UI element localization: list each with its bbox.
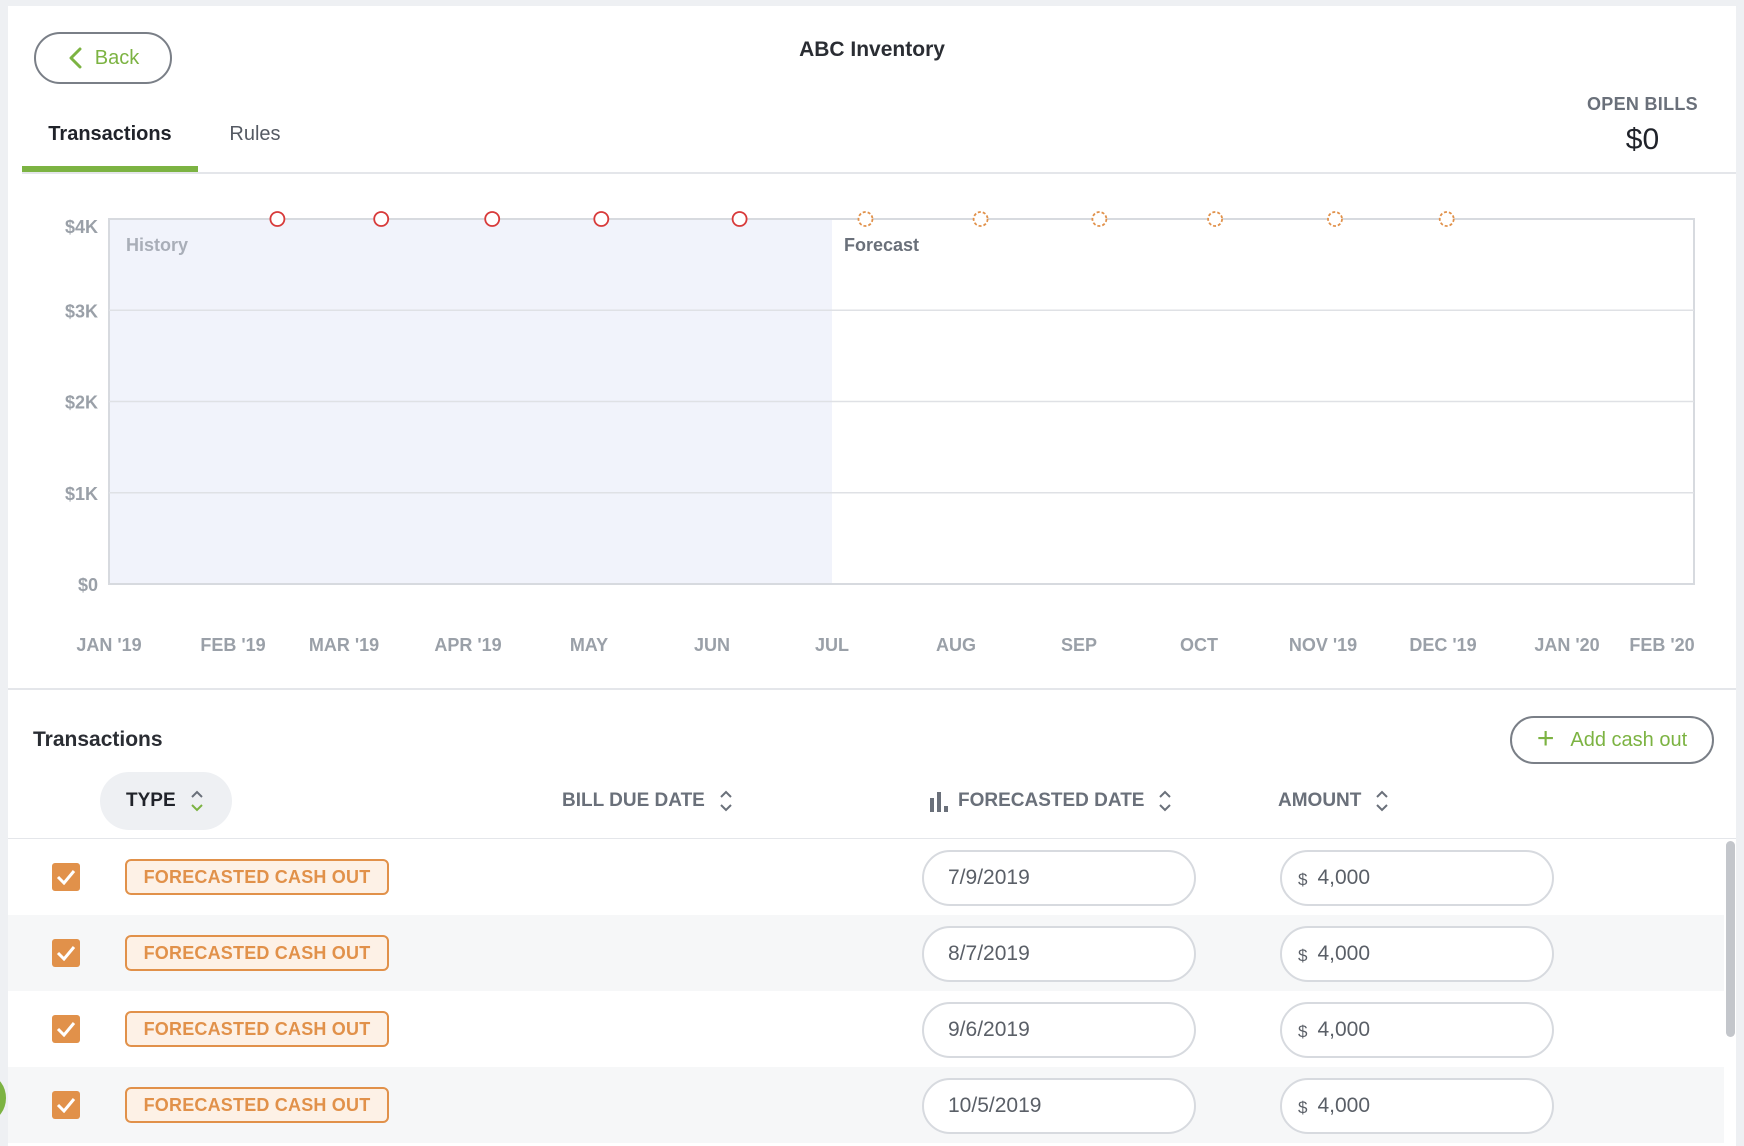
history-point: [593, 211, 610, 227]
type-badge: FORECASTED CASH OUT: [125, 1011, 389, 1047]
forecasted-date-input[interactable]: 9/6/2019: [922, 1002, 1196, 1058]
forecasted-date-value: 10/5/2019: [948, 1094, 1042, 1117]
tab-bar: Transactions Rules: [22, 96, 312, 172]
forecasted-date-input[interactable]: 8/7/2019: [922, 926, 1196, 982]
x-tick-label: FEB '20: [1629, 635, 1694, 655]
type-badge: FORECASTED CASH OUT: [125, 935, 389, 971]
row-checkbox[interactable]: [52, 1091, 80, 1119]
tab-transactions[interactable]: Transactions: [22, 96, 198, 172]
add-cash-out-label: Add cash out: [1570, 728, 1688, 751]
chart-divider: [8, 688, 1736, 690]
cash-out-chart: $0 $1K $2K $3K $4K JAN '19 FEB '19 MAR '19 APR '…: [65, 211, 1695, 655]
type-badge: FORECASTED CASH OUT: [125, 1087, 389, 1123]
x-tick-label: DEC '19: [1409, 635, 1476, 655]
type-badge: FORECASTED CASH OUT: [125, 859, 389, 895]
currency-symbol: $: [1298, 870, 1308, 889]
table-row: FORECASTED CASH OUT 8/7/2019 $4,000: [8, 915, 1724, 991]
forecast-point: [857, 211, 874, 227]
history-point: [269, 211, 286, 227]
vertical-scrollbar[interactable]: [1725, 841, 1736, 1141]
forecasted-date-input[interactable]: 7/9/2019: [922, 850, 1196, 906]
forecasted-date-value: 8/7/2019: [948, 942, 1030, 965]
open-bills-summary: OPEN BILLS $0: [1587, 94, 1698, 157]
tab-rules[interactable]: Rules: [198, 96, 312, 172]
y-tick-label: $2K: [65, 393, 98, 413]
check-icon: [56, 1022, 76, 1037]
history-label: History: [126, 235, 188, 255]
column-label-amount: AMOUNT: [1278, 790, 1362, 811]
row-checkbox[interactable]: [52, 863, 80, 891]
amount-value: 4,000: [1317, 1018, 1371, 1041]
add-cash-out-button[interactable]: + Add cash out: [1510, 716, 1714, 764]
open-bills-label: OPEN BILLS: [1586, 94, 1698, 114]
table-row: FORECASTED CASH OUT 10/5/2019 $4,000: [8, 1067, 1724, 1143]
forecast-point: [1091, 211, 1108, 227]
bar-chart-icon: [930, 792, 948, 812]
sort-icon: [190, 790, 204, 812]
currency-symbol: $: [1298, 1098, 1308, 1117]
page-title: ABC Inventory: [799, 38, 945, 61]
transactions-heading: Transactions: [33, 728, 163, 751]
check-icon: [56, 946, 76, 961]
x-tick-label: AUG: [936, 635, 976, 655]
forecast-label: Forecast: [844, 235, 919, 255]
sort-icon: [1158, 790, 1172, 812]
check-icon: [56, 870, 76, 885]
column-label-type: TYPE: [126, 790, 176, 811]
sort-icon: [1375, 790, 1389, 812]
x-tick-label: JUL: [815, 635, 849, 655]
forecasted-date-value: 9/6/2019: [948, 1018, 1030, 1041]
y-tick-label: $0: [78, 575, 98, 595]
amount-value: 4,000: [1317, 942, 1371, 965]
row-checkbox[interactable]: [52, 1015, 80, 1043]
transactions-table: FORECASTED CASH OUT 7/9/2019 $4,000 FORE…: [8, 839, 1724, 1143]
x-tick-label: APR '19: [434, 635, 501, 655]
vendor-detail-panel: Back ABC Inventory Transactions Rules OP…: [8, 6, 1736, 1146]
help-launcher-button[interactable]: [0, 1076, 6, 1120]
scrollbar-thumb[interactable]: [1726, 841, 1735, 1037]
column-header-bill-due-date[interactable]: BILL DUE DATE: [562, 772, 733, 830]
amount-value: 4,000: [1317, 1094, 1371, 1117]
column-header-amount[interactable]: AMOUNT: [1278, 772, 1389, 830]
column-header-forecasted-date[interactable]: FORECASTED DATE: [928, 772, 1172, 830]
history-point: [484, 211, 501, 227]
x-tick-label: NOV '19: [1289, 635, 1357, 655]
x-tick-label: OCT: [1180, 635, 1218, 655]
column-header-type[interactable]: TYPE: [100, 772, 232, 830]
currency-symbol: $: [1298, 1022, 1308, 1041]
forecast-point: [1327, 211, 1343, 227]
table-row: FORECASTED CASH OUT 9/6/2019 $4,000: [8, 991, 1724, 1067]
y-tick-label: $1K: [65, 484, 98, 504]
column-label-forecasted-date: FORECASTED DATE: [958, 790, 1145, 811]
x-tick-label: JUN: [694, 635, 730, 655]
amount-input[interactable]: $4,000: [1280, 1078, 1554, 1134]
plus-icon: +: [1536, 721, 1555, 755]
table-row: FORECASTED CASH OUT 7/9/2019 $4,000: [8, 839, 1724, 915]
x-tick-label: FEB '19: [200, 635, 265, 655]
x-tick-label: JAN '20: [1534, 635, 1599, 655]
forecast-point: [972, 211, 989, 227]
x-tick-label: MAY: [570, 635, 608, 655]
history-point: [373, 211, 390, 227]
amount-input[interactable]: $4,000: [1280, 926, 1554, 982]
open-bills-value: $0: [1625, 123, 1660, 156]
forecast-point: [1438, 211, 1455, 227]
forecasted-date-value: 7/9/2019: [948, 866, 1030, 889]
forecast-point: [1207, 211, 1224, 227]
amount-value: 4,000: [1317, 866, 1371, 889]
y-tick-label: $3K: [65, 301, 98, 321]
history-point: [731, 211, 748, 227]
y-tick-label: $4K: [65, 217, 98, 237]
amount-input[interactable]: $4,000: [1280, 1002, 1554, 1058]
x-tick-label: SEP: [1061, 635, 1097, 655]
sort-icon: [719, 790, 733, 812]
forecasted-date-input[interactable]: 10/5/2019: [922, 1078, 1196, 1134]
row-checkbox[interactable]: [52, 939, 80, 967]
amount-input[interactable]: $4,000: [1280, 850, 1554, 906]
x-tick-label: JAN '19: [76, 635, 141, 655]
check-icon: [56, 1098, 76, 1113]
column-label-bill-due-date: BILL DUE DATE: [562, 790, 705, 811]
x-tick-label: MAR '19: [309, 635, 379, 655]
currency-symbol: $: [1298, 946, 1308, 965]
